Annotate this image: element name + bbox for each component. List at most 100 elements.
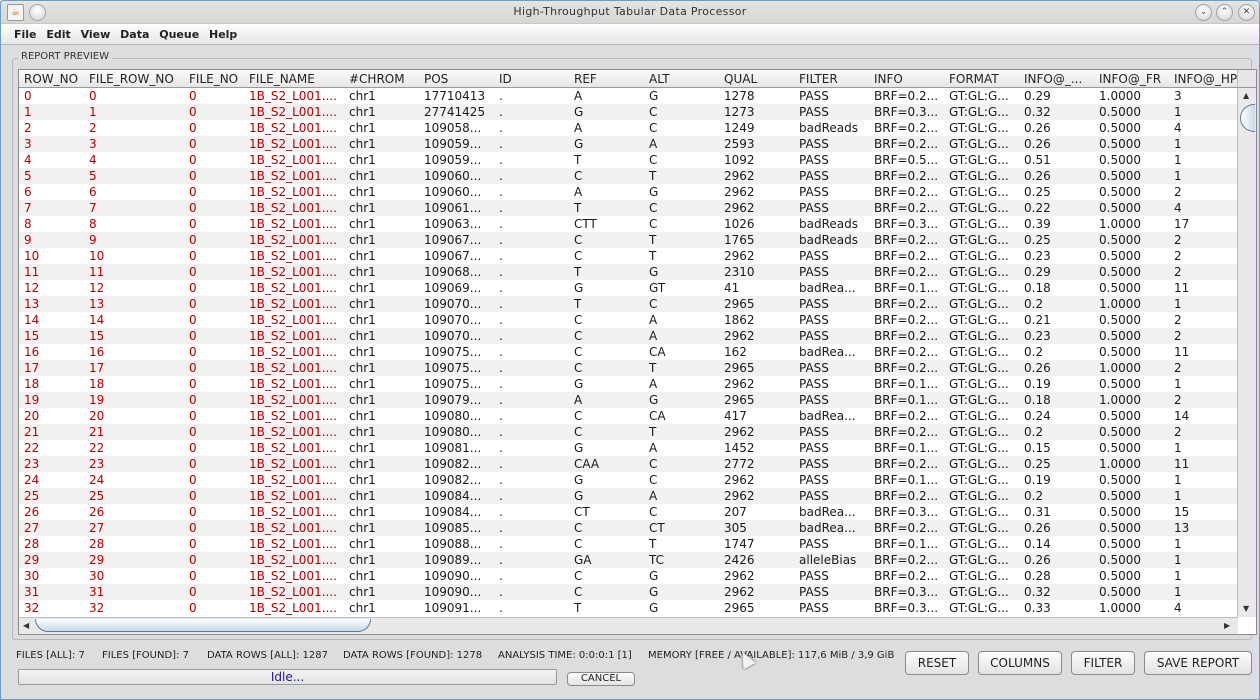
table-row[interactable]: 2 2 0 1B_S2_L001.... chr1 109058.... A C 1249 bad… [19,120,1238,136]
table-row[interactable]: 16 16 0 1B_S2_L001.... chr1 109075.... C CA 162 b… [19,344,1238,360]
table-row[interactable]: 3 3 0 1B_S2_L001.... chr1 109059.... G A 2593 PAS… [19,136,1238,152]
table-row[interactable]: 19 19 0 1B_S2_L001.... chr1 109079.... A G 2965 P… [19,392,1238,408]
column-header[interactable]: ALT [649,72,670,86]
table-cell: 0.32 [1024,585,1051,599]
table-row[interactable]: 28 28 0 1B_S2_L001.... chr1 109088.... C T 1747 P… [19,536,1238,552]
close-icon[interactable]: ✕ [1238,4,1255,21]
table-row[interactable]: 10 10 0 1B_S2_L001.... chr1 109067.... C T 2962 P… [19,248,1238,264]
column-header[interactable]: FILTER [799,72,838,86]
column-header[interactable]: INFO [874,72,903,86]
horizontal-scrollbar[interactable]: ◀ ▶ [19,617,1238,634]
column-header[interactable]: QUAL [724,72,757,86]
table-cell: 1 [1174,489,1182,503]
vertical-scroll-thumb[interactable] [1240,104,1255,132]
table-row[interactable]: 21 21 0 1B_S2_L001.... chr1 109080.... C T 2962 P… [19,424,1238,440]
table-row[interactable]: 26 26 0 1B_S2_L001.... chr1 109084.... CT C 207 b… [19,504,1238,520]
table-row[interactable]: 0 0 0 1B_S2_L001.... chr1 17710413. A G 1278 PASS… [19,88,1238,104]
table-cell: . [499,313,503,327]
table-cell: chr1 [349,473,376,487]
scroll-right-icon[interactable]: ▶ [1224,621,1230,630]
table-cell: chr1 [349,105,376,119]
table-row[interactable]: 4 4 0 1B_S2_L001.... chr1 109059.... T C 1092 PAS… [19,152,1238,168]
vertical-scrollbar[interactable]: ▲ ▼ [1237,88,1256,617]
table-cell: GT:GL:G... [949,569,1009,583]
table-cell: GT:GL:G... [949,537,1009,551]
table-cell: A [649,313,658,327]
table-row[interactable]: 14 14 0 1B_S2_L001.... chr1 109070.... C A 1862 P… [19,312,1238,328]
table-row[interactable]: 11 11 0 1B_S2_L001.... chr1 109068.... T G 2310 P… [19,264,1238,280]
table-cell: 0.5000 [1099,377,1141,391]
table-cell: . [499,457,503,471]
menu-queue[interactable]: Queue [156,28,202,41]
table-row[interactable]: 18 18 0 1B_S2_L001.... chr1 109075.... G A 2962 P… [19,376,1238,392]
filter-button[interactable]: FILTER [1071,651,1135,675]
scroll-down-icon[interactable]: ▼ [1243,604,1249,613]
table-cell: GT:GL:G... [949,553,1009,567]
table-row[interactable]: 22 22 0 1B_S2_L001.... chr1 109081.... G A 1452 P… [19,440,1238,456]
columns-button[interactable]: COLUMNS [978,651,1062,675]
column-header[interactable]: ID [499,72,512,86]
table-cell: 8 [24,217,32,231]
table-row[interactable]: 5 5 0 1B_S2_L001.... chr1 109060.... C T 2962 PAS… [19,168,1238,184]
table-row[interactable]: 9 9 0 1B_S2_L001.... chr1 109067.... C T 1765 bad… [19,232,1238,248]
column-header[interactable]: FORMAT [949,72,999,86]
table-row[interactable]: 20 20 0 1B_S2_L001.... chr1 109080.... C CA 417 b… [19,408,1238,424]
table-cell: 1B_S2_L001.... [249,249,337,263]
table-cell: 1 [1174,553,1182,567]
reset-button[interactable]: RESET [905,651,969,675]
column-header[interactable]: FILE_NO [189,72,238,86]
column-header[interactable]: INFO@_FR [1099,72,1161,86]
table-cell: 23 [89,457,105,471]
table-row[interactable]: 7 7 0 1B_S2_L001.... chr1 109061.... T C 2962 PAS… [19,200,1238,216]
menu-edit[interactable]: Edit [43,28,73,41]
table-row[interactable]: 17 17 0 1B_S2_L001.... chr1 109075.... C T 2965 P… [19,360,1238,376]
column-header[interactable]: REF [574,72,597,86]
menu-file[interactable]: File [11,28,40,41]
table-cell: . [499,441,503,455]
table-row[interactable]: 15 15 0 1B_S2_L001.... chr1 109070.... C A 2962 P… [19,328,1238,344]
table-cell: GT:GL:G... [949,601,1009,615]
column-header[interactable]: FILE_ROW_NO [89,72,174,86]
table-cell: PASS [799,537,829,551]
menu-view[interactable]: View [78,28,114,41]
table-cell: 2 [1174,393,1182,407]
scroll-up-icon[interactable]: ▲ [1243,91,1249,100]
table-cell: 109079... [424,393,482,407]
table-row[interactable]: 29 29 0 1B_S2_L001.... chr1 109089.... GA TC 242… [19,552,1238,568]
column-header[interactable]: #CHROM [349,72,405,86]
scroll-left-icon[interactable]: ◀ [23,621,29,630]
save-report-button[interactable]: SAVE REPORT [1144,651,1252,675]
table-cell: 41 [724,281,740,295]
table-row[interactable]: 32 32 0 1B_S2_L001.... chr1 109091.... T G 2965 P… [19,600,1238,616]
table-row[interactable]: 13 13 0 1B_S2_L001.... chr1 109070.... T C 2965 P… [19,296,1238,312]
table-row[interactable]: 25 25 0 1B_S2_L001.... chr1 109084.... G A 2962 P… [19,488,1238,504]
table-cell: G [649,601,659,615]
column-header[interactable]: INFO@_... [1024,72,1082,86]
column-header[interactable]: POS [424,72,448,86]
table-row[interactable]: 30 30 0 1B_S2_L001.... chr1 109090.... C G 2962 P… [19,568,1238,584]
table-cell: BRF=0.2... [874,425,939,439]
table-row[interactable]: 8 8 0 1B_S2_L001.... chr1 109063.... CTT C 1026 b… [19,216,1238,232]
table-row[interactable]: 6 6 0 1B_S2_L001.... chr1 109060.... A G 2962 PAS… [19,184,1238,200]
table-cell: PASS [799,89,829,103]
table-row[interactable]: 23 23 0 1B_S2_L001.... chr1 109082.... CAA C 277… [19,456,1238,472]
menu-data[interactable]: Data [117,28,152,41]
minimize-icon[interactable]: ⌄ [1195,4,1212,21]
table-cell: badReads [799,121,858,135]
column-header[interactable]: INFO@_HP [1174,72,1237,86]
table-cell: 0.5000 [1099,201,1141,215]
column-header[interactable]: ROW_NO [24,72,78,86]
column-header[interactable]: FILE_NAME [249,72,315,86]
menu-help[interactable]: Help [206,28,240,41]
table-row[interactable]: 31 31 0 1B_S2_L001.... chr1 109090.... C G 2962 P… [19,584,1238,600]
table-cell: 1.0000 [1099,393,1141,407]
table-row[interactable]: 12 12 0 1B_S2_L001.... chr1 109069.... G GT 41 ba… [19,280,1238,296]
table-row[interactable]: 27 27 0 1B_S2_L001.... chr1 109085.... C CT 305 b… [19,520,1238,536]
table-row[interactable]: 1 1 0 1B_S2_L001.... chr1 27741425. G C 1273 PASS… [19,104,1238,120]
table-cell: 0.5000 [1099,105,1141,119]
table-row[interactable]: 24 24 0 1B_S2_L001.... chr1 109082.... G C 2962 P… [19,472,1238,488]
cancel-button[interactable]: CANCEL [567,672,635,686]
horizontal-scroll-thumb[interactable] [35,619,371,632]
table-cell: PASS [799,313,829,327]
maximize-icon[interactable]: ⌃ [1216,4,1233,21]
